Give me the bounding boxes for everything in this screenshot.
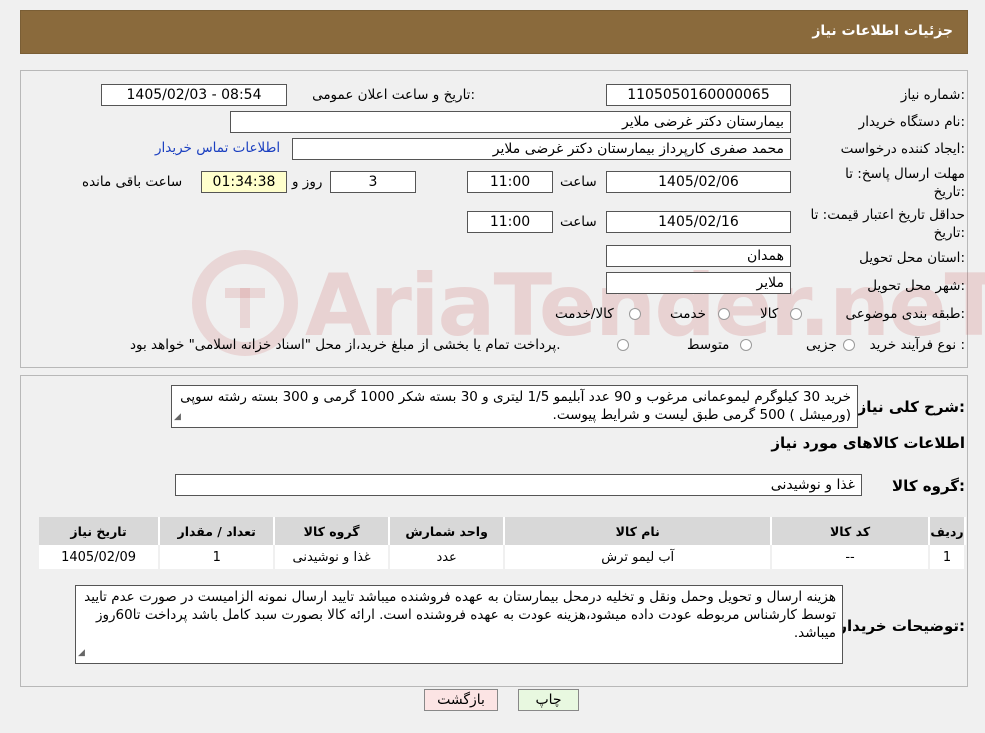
cell-unit: عدد (388, 545, 506, 569)
validity-label-date: تاریخ: (933, 225, 965, 241)
col-unit: واحد شمارش (388, 517, 506, 545)
page-title: جزئیات اطلاعات نیاز (812, 23, 953, 39)
announce-label: تاریخ و ساعت اعلان عمومی: (312, 87, 475, 103)
category-option-goods-service: کالا/خدمت (555, 306, 614, 322)
cell-quantity: 1 (159, 545, 276, 569)
goods-section-title: اطلاعات کالاهای مورد نیاز (771, 434, 965, 452)
col-quantity: تعداد / مقدار (159, 517, 276, 545)
cell-group: غذا و نوشیدنی (274, 545, 390, 569)
province-field: همدان (606, 245, 791, 267)
buyer-notes-label: توضیحات خریدار: (838, 617, 965, 635)
resize-grip-icon[interactable]: ◢ (174, 408, 181, 426)
buyer-org-field: بیمارستان دکتر غرضی ملایر (230, 111, 791, 133)
cell-row: 1 (929, 545, 966, 569)
col-group: گروه کالا (274, 517, 390, 545)
deadline-date-field: 1405/02/06 (606, 171, 791, 193)
city-field: ملایر (606, 272, 791, 294)
cell-need-date: 1405/02/09 (39, 545, 161, 569)
deadline-label: مهلت ارسال پاسخ: تا (845, 166, 965, 182)
days-label: روز و (292, 174, 323, 190)
cell-name: آب لیمو ترش (504, 545, 773, 569)
creator-field: محمد صفری کارپرداز بیمارستان دکتر غرضی م… (292, 138, 791, 160)
creator-label: ایجاد کننده درخواست: (840, 141, 965, 157)
province-label: استان محل تحویل: (859, 250, 965, 266)
goods-group-label: گروه کالا: (892, 477, 965, 495)
description-text: خرید 30 کیلوگرم لیموعمانی مرغوب و 90 عدد… (180, 389, 851, 423)
goods-group-field: غذا و نوشیدنی (175, 474, 862, 496)
col-code: کد کالا (771, 517, 931, 545)
announce-field: 1405/02/03 - 08:54 (101, 84, 287, 106)
deadline-time-field: 11:00 (467, 171, 553, 193)
category-option-goods: کالا (760, 306, 779, 322)
buyer-contact-link[interactable]: اطلاعات تماس خریدار (155, 140, 280, 156)
need-number-label: شماره نیاز: (900, 87, 965, 103)
table-header-row: ردیف کد کالا نام کالا واحد شمارش گروه کا… (39, 517, 966, 545)
category-option-service: خدمت (670, 306, 706, 322)
resize-grip-icon[interactable]: ◢ (78, 644, 85, 662)
days-field: 3 (330, 171, 416, 193)
validity-label: حداقل تاریخ اعتبار قیمت: تا (810, 207, 965, 223)
process-option-minor: جزیی (806, 337, 837, 353)
city-label: شهر محل تحویل: (867, 278, 965, 294)
category-radio-goods-service[interactable] (629, 308, 641, 320)
validity-date-field: 1405/02/16 (606, 211, 791, 233)
category-label: طبقه بندی موضوعی: (845, 306, 965, 322)
remaining-label: ساعت باقی مانده (82, 174, 183, 190)
description-label: شرح کلی نیاز: (857, 398, 965, 416)
items-table-wrapper: ردیف کد کالا نام کالا واحد شمارش گروه کا… (39, 517, 966, 569)
category-radio-service[interactable] (718, 308, 730, 320)
col-need-date: تاریخ نیاز (39, 517, 161, 545)
process-note: پرداخت تمام یا بخشی از مبلغ خرید،از محل … (130, 337, 561, 353)
description-textarea: خرید 30 کیلوگرم لیموعمانی مرغوب و 90 عدد… (171, 385, 858, 428)
remaining-time-field: 01:34:38 (201, 171, 287, 193)
deadline-label-date: تاریخ: (933, 184, 965, 200)
validity-time-field: 11:00 (467, 211, 553, 233)
process-radio-medium[interactable] (740, 339, 752, 351)
buyer-notes-textarea: هزینه ارسال و تحویل وحمل ونقل و تخلیه در… (75, 585, 843, 664)
process-label: نوع فرآیند خرید : (869, 337, 965, 353)
deadline-time-label: ساعت (560, 174, 597, 190)
table-row: 1 -- آب لیمو ترش عدد غذا و نوشیدنی 1 140… (39, 545, 966, 569)
process-radio-minor[interactable] (843, 339, 855, 351)
validity-time-label: ساعت (560, 214, 597, 230)
back-button[interactable]: بازگشت (424, 689, 498, 711)
cell-code: -- (771, 545, 931, 569)
page-header: جزئیات اطلاعات نیاز (20, 10, 968, 54)
col-name: نام کالا (504, 517, 773, 545)
process-option-medium: متوسط (687, 337, 730, 353)
print-button[interactable]: چاپ (518, 689, 579, 711)
buyer-org-label: نام دستگاه خریدار: (858, 114, 965, 130)
category-radio-goods[interactable] (790, 308, 802, 320)
need-number-field: 1105050160000065 (606, 84, 791, 106)
items-table: ردیف کد کالا نام کالا واحد شمارش گروه کا… (39, 517, 966, 569)
col-row: ردیف (929, 517, 966, 545)
treasury-checkbox[interactable] (617, 339, 629, 351)
buyer-notes-text: هزینه ارسال و تحویل وحمل ونقل و تخلیه در… (84, 589, 836, 641)
